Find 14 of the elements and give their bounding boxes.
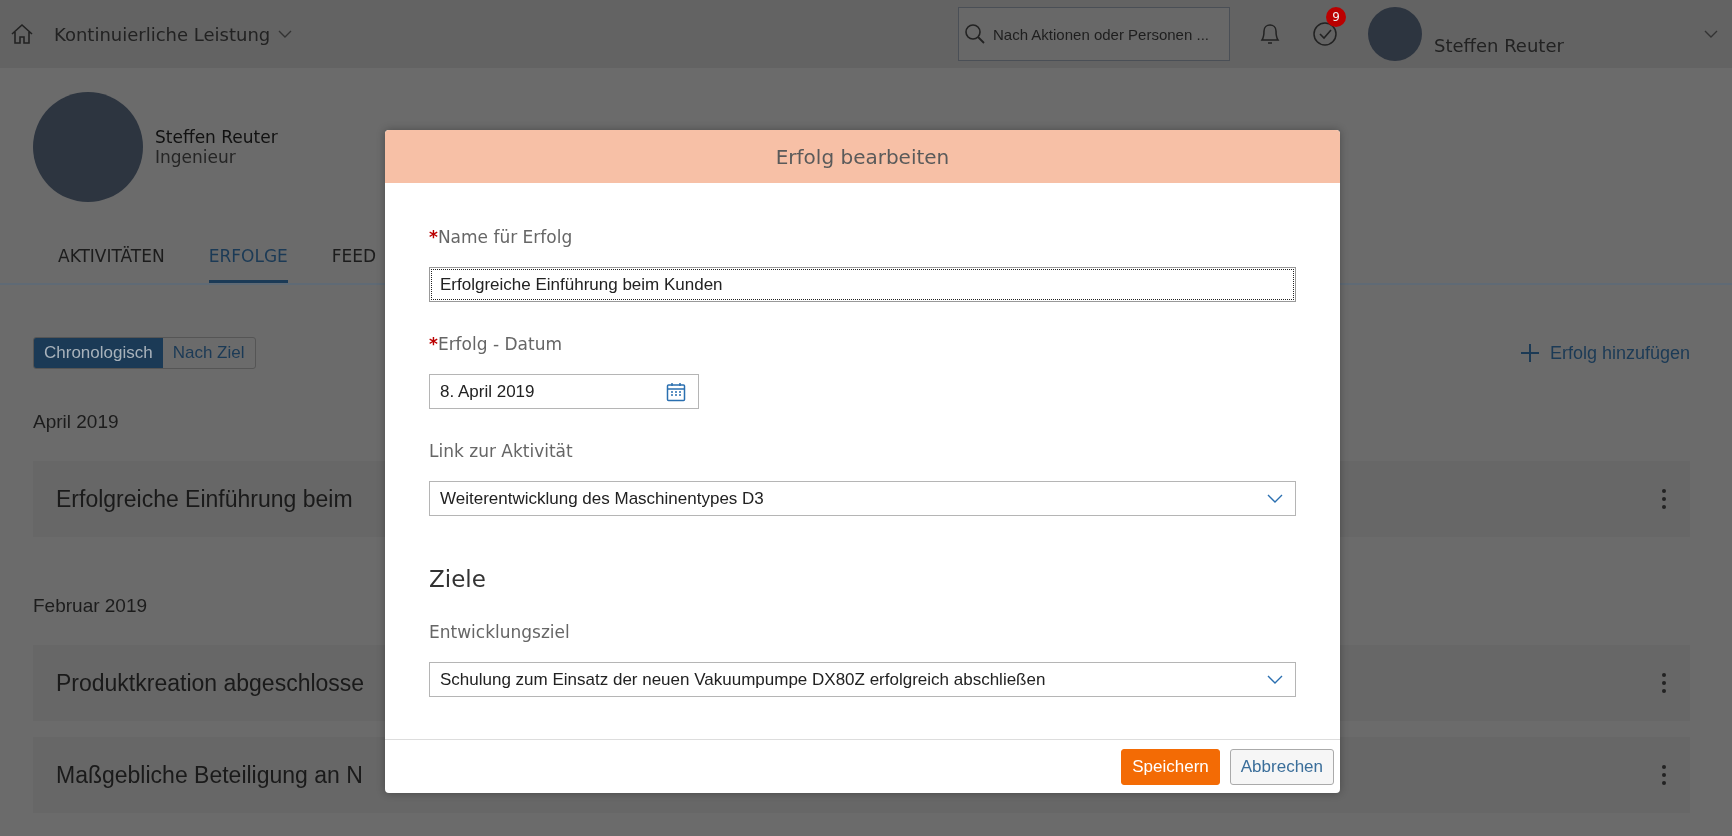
field-label: *Erfolg - Datum bbox=[429, 334, 562, 354]
achievement-title: Maßgebliche Beteiligung an N bbox=[56, 761, 363, 789]
section-heading: Ziele bbox=[429, 566, 486, 592]
field-label: Link zur Aktivität bbox=[429, 441, 573, 461]
field-label: *Name für Erfolg bbox=[429, 227, 573, 247]
notification-count: 9 bbox=[1326, 7, 1346, 27]
field-label: Entwicklungsziel bbox=[429, 622, 570, 642]
profile-name: Steffen Reuter bbox=[155, 127, 278, 147]
achievement-title: Produktkreation abgeschlosse bbox=[56, 669, 365, 697]
month-heading: Februar 2019 bbox=[33, 595, 148, 617]
achievement-title: Erfolgreiche Einführung beim bbox=[56, 485, 353, 513]
month-heading: April 2019 bbox=[33, 411, 119, 433]
dialog-title: Erfolg bearbeiten bbox=[385, 130, 1340, 183]
profile-role: Ingenieur bbox=[155, 147, 237, 167]
